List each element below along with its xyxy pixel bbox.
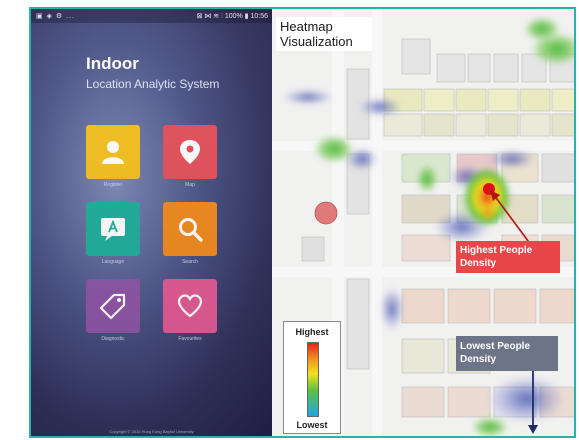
- search-button[interactable]: [163, 202, 217, 256]
- search-label: Search: [182, 259, 198, 265]
- heart-icon: [177, 294, 203, 318]
- corridor: [372, 9, 382, 436]
- person-icon: [102, 141, 124, 164]
- lowest-density-label: Lowest People Density: [456, 336, 558, 371]
- language-button[interactable]: [86, 202, 140, 256]
- status-indicators: ⊠ ⋈ ≋ ⫶ 100% ▮ 10:56: [196, 13, 268, 20]
- highest-density-label: Highest People Density: [456, 241, 560, 273]
- highest-density-hotspot: [463, 167, 511, 227]
- diagnostic-button[interactable]: [86, 279, 140, 333]
- search-icon: [179, 218, 203, 242]
- phone-screen: ▣ ◈ ⚙ ... ⊠ ⋈ ≋ ⫶ 100% ▮ 10:56 Indoor Lo…: [31, 9, 272, 436]
- language-icon: [101, 218, 125, 241]
- language-label: Language: [101, 259, 125, 265]
- status-bar: ▣ ◈ ⚙ ... ⊠ ⋈ ≋ ⫶ 100% ▮ 10:56: [31, 9, 272, 23]
- figure-frame: ▣ ◈ ⚙ ... ⊠ ⋈ ≋ ⫶ 100% ▮ 10:56 Indoor Lo…: [29, 7, 576, 438]
- app-subtitle: Location Analytic System: [86, 77, 220, 91]
- heatmap-legend: Highest Lowest: [283, 321, 341, 434]
- favourites-button[interactable]: [163, 279, 217, 333]
- favourites-label: Favourites: [178, 336, 202, 342]
- legend-highest-label: Highest: [295, 327, 329, 337]
- map-pin-icon: [180, 140, 200, 164]
- legend-lowest-label: Lowest: [296, 420, 328, 430]
- app-title: Indoor: [86, 54, 139, 73]
- tag-icon: [99, 293, 126, 320]
- heatmap-title: Heatmap Visualization: [276, 17, 372, 51]
- copyright-footer: Copyright © 2016 Hong Kong Baptist Unive…: [109, 429, 194, 434]
- legend-color-scale: [307, 342, 319, 417]
- map-button[interactable]: [163, 125, 217, 179]
- register-label: Register: [103, 182, 123, 188]
- map-label: Map: [185, 182, 195, 188]
- notification-icons: ▣ ◈ ⚙ ...: [36, 13, 75, 20]
- heatmap-panel: Heatmap Visualization Highest People Den…: [272, 9, 574, 436]
- diagnostic-label: Diagnostic: [101, 336, 125, 342]
- register-button[interactable]: [86, 125, 140, 179]
